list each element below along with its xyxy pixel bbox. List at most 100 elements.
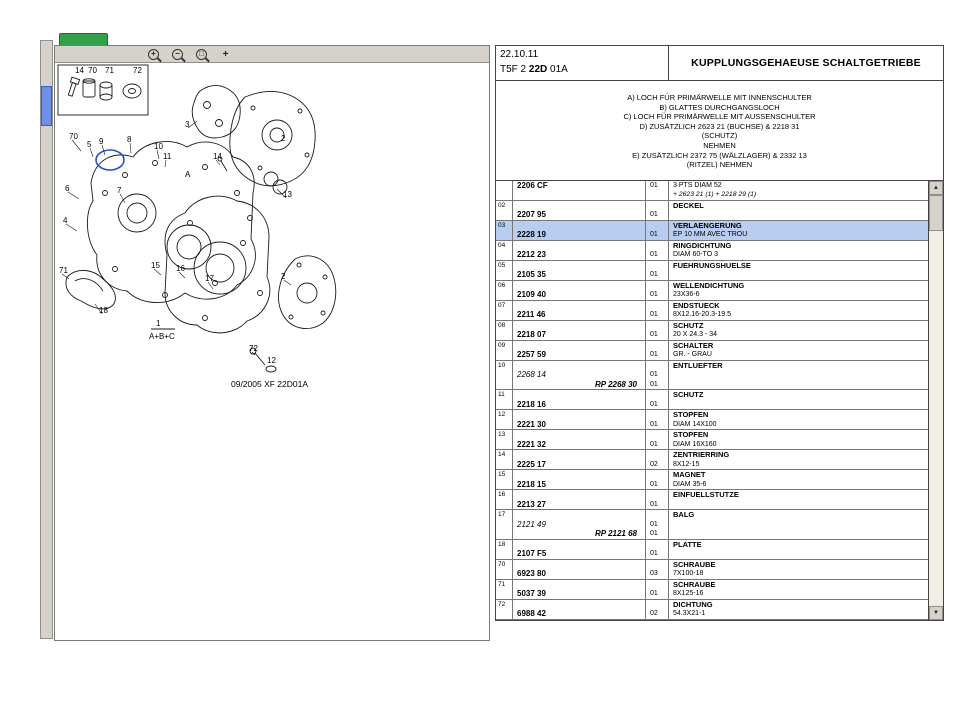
cell-part: 6923 80 [513,560,646,579]
cell-idx: 11 [496,390,513,409]
diagram-callout[interactable]: A [185,170,191,179]
parts-table-row[interactable]: 042212 2301RINGDICHTUNGDIAM 60-TO 3 [496,241,928,261]
diagram-callout[interactable]: 5 [87,140,92,149]
diagram-callout[interactable]: 18 [99,306,108,315]
diagram-callout[interactable]: 9 [99,137,104,146]
parts-table-row[interactable]: 082218 0701SCHUTZ20 X 24.3 - 34 [496,321,928,341]
parts-table-row[interactable]: 2206 CF013 PTS DIAM 52+ 2623 21 (1) + 22… [496,181,928,201]
parts-table-row[interactable]: 162213 2701EINFUELLSTUTZE [496,490,928,510]
cell-idx: 12 [496,410,513,429]
zoom-in-icon[interactable]: + [145,47,162,61]
diagram-callout[interactable]: 6 [65,184,70,193]
parts-table-row[interactable]: 102268 14RP 2268 300101ENTLUEFTER [496,361,928,391]
parts-table-row[interactable]: 052105 3501FUEHRUNGSHUELSE [496,261,928,281]
note-line: NEHMEN [496,141,943,151]
diagram-callout[interactable]: 3 [185,120,190,129]
cell-qty: 01 [646,490,669,509]
diagram-callout[interactable]: 2 [281,134,286,143]
cell-part: 2225 17 [513,450,646,469]
cell-desc: FUEHRUNGSHUELSE [669,261,928,280]
diagram-callout[interactable]: 70 [69,132,78,141]
diagram-callout[interactable]: 14 [213,152,222,161]
diagram-caption: 09/2005 XF 22D01A [231,379,308,389]
diagram-callout[interactable]: 16 [176,264,185,273]
diagram-callout[interactable]: 2 [281,272,286,281]
diagram-callout[interactable]: 71 [105,66,114,75]
zoom-window-icon[interactable]: □ [193,47,210,61]
cell-desc: BALG [669,510,928,539]
ring-part-13 [264,172,278,186]
diagram-callout[interactable]: 72 [249,344,258,353]
diagram-callout[interactable]: 7 [117,186,122,195]
diagram-toolbar: +−□+ [55,46,489,63]
diagram-callout[interactable]: 4 [63,216,68,225]
parts-table-row[interactable]: 022207 9501DECKEL [496,201,928,221]
diagram-callout[interactable]: 11 [163,152,172,161]
diagram-callout[interactable]: 70 [88,66,97,75]
cell-idx: 13 [496,430,513,449]
parts-table-row[interactable]: 142225 1702ZENTRIERRING8X12-15 [496,450,928,470]
parts-header: 22.10.11 T5F 2 22D 01A KUPPLUNGSGEHAEUSE… [496,46,943,81]
diagram-callout[interactable]: 14 [75,66,84,75]
cell-idx: 08 [496,321,513,340]
scroll-down-icon[interactable]: ▼ [929,606,943,620]
diagram-callout[interactable]: 72 [133,66,142,75]
cell-qty: 01 [646,580,669,599]
cell-qty: 01 [646,341,669,360]
diagram-callout[interactable]: 10 [154,142,163,151]
parts-table-row[interactable]: 706923 8003SCHRAUBE7X100-18 [496,560,928,580]
top-cover-shape [192,85,240,138]
parts-table-row[interactable]: 152218 1501MAGNETDIAM 35-6 [496,470,928,490]
diagram-callout[interactable]: 13 [283,190,292,199]
pan-icon[interactable]: + [217,47,234,61]
cell-part: 2207 95 [513,201,646,220]
cell-desc: SCHUTZ20 X 24.3 - 34 [669,321,928,340]
cell-qty: 01 [646,301,669,320]
side-strip-handle[interactable] [41,86,52,126]
cell-desc: SCHRAUBE7X100-18 [669,560,928,579]
diagram-callout[interactable]: 17 [205,274,214,283]
scrollbar-thumb[interactable] [929,195,943,231]
diagram-callouts: 14 70 71 72 3 2 14 13 70 59 8 1011 A 6 7 4 71 15 16 17 2 18 72… [59,66,292,365]
legend-formula: A+B+C [149,332,175,341]
zoom-out-icon[interactable]: − [169,47,186,61]
parts-table-row[interactable]: 715037 3901SCHRAUBE8X125-16 [496,580,928,600]
doc-code: T5F 2 22D 01A [500,64,664,75]
diagram-callout[interactable]: 71 [59,266,68,275]
diagram-panel: +−□+ [54,45,490,641]
cell-desc: MAGNETDIAM 35-6 [669,470,928,489]
parts-table-row[interactable]: 182107 F501PLATTE [496,540,928,560]
legend-number: 1 [156,319,161,328]
cell-idx: 04 [496,241,513,260]
cell-qty: 01 [646,261,669,280]
diagram-callout[interactable]: 15 [151,261,160,270]
table-scrollbar[interactable]: ▲ ▼ [928,181,943,620]
diagram-callout[interactable]: 12 [267,356,276,365]
parts-table-row[interactable]: 122221 3001STOPFENDIAM 14X100 [496,410,928,430]
parts-table-row[interactable]: 032228 1901VERLAENGERUNGEP 10 MM AVEC TR… [496,221,928,241]
cell-qty: 01 [646,410,669,429]
parts-table-row[interactable]: 062109 4001WELLENDICHTUNG23X36-6 [496,281,928,301]
parts-table-row[interactable]: 726988 4202DICHTUNG54.3X21-1 [496,600,928,620]
cell-desc: ENTLUEFTER [669,361,928,390]
cell-qty: 01 [646,181,669,200]
cell-part: 2228 19 [513,221,646,240]
cell-qty: 03 [646,560,669,579]
cell-desc: RINGDICHTUNGDIAM 60-TO 3 [669,241,928,260]
parts-table-row[interactable]: 112218 1601SCHUTZ [496,390,928,410]
exploded-diagram: 1 A+B+C 09/2005 XF 22D01A 14707172321413… [55,63,489,640]
scrollbar-track[interactable] [929,231,943,606]
note-line: D) ZUSÄTZLICH 2623 21 (BUCHSE) & 2218 31 [496,122,943,132]
parts-table-row[interactable]: 092257 5901SCHALTERGR. - GRAU [496,341,928,361]
cell-qty: 01 [646,321,669,340]
parts-table-row[interactable]: 172121 49RP 2121 680101BALG [496,510,928,540]
cell-idx: 09 [496,341,513,360]
diagram-callout[interactable]: 8 [127,135,132,144]
cell-idx: 15 [496,470,513,489]
scroll-up-icon[interactable]: ▲ [929,181,943,195]
cell-idx: 71 [496,580,513,599]
note-line: (RITZEL) NEHMEN [496,160,943,170]
diagram-canvas: 1 A+B+C 09/2005 XF 22D01A 14707172321413… [55,63,489,623]
parts-table-row[interactable]: 132221 3201STOPFENDIAM 16X160 [496,430,928,450]
parts-table-row[interactable]: 072211 4601ENDSTUECK8X12.16-20.3-19.5 [496,301,928,321]
